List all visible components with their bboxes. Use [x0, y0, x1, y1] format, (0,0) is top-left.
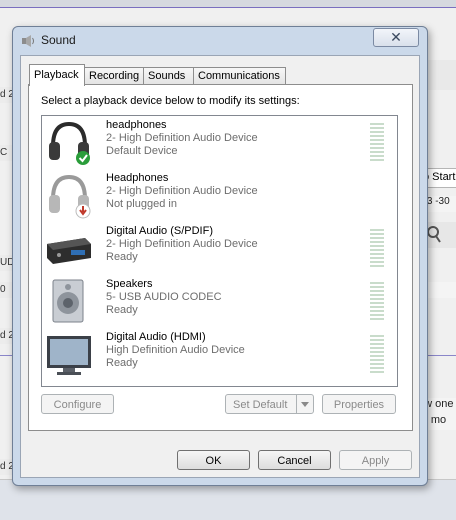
device-status: Ready	[106, 304, 138, 316]
device-item[interactable]: Digital Audio (S/PDIF) 2- High Definitio…	[42, 222, 397, 275]
check-badge	[76, 151, 90, 165]
speaker-app-icon	[22, 35, 34, 47]
device-name: Speakers	[106, 278, 153, 290]
digital-audio-receiver-icon	[47, 238, 91, 264]
device-name: Digital Audio (HDMI)	[106, 331, 206, 343]
speaker-icon	[52, 279, 84, 323]
properties-button[interactable]: Properties	[322, 394, 396, 414]
device-item[interactable]: Digital Audio (HDMI) High Definition Aud…	[42, 328, 397, 381]
cancel-button[interactable]: Cancel	[258, 450, 331, 470]
device-item[interactable]: headphones 2- High Definition Audio Devi…	[42, 116, 397, 169]
configure-button[interactable]: Configure	[41, 394, 114, 414]
device-item[interactable]: Headphones 2- High Definition Audio Devi…	[42, 169, 397, 222]
headphones-icon	[49, 174, 91, 219]
background-bottom-band	[0, 480, 456, 520]
instruction-text: Select a playback device below to modify…	[41, 95, 300, 107]
sound-dialog: Sound ✕ Playback Recording Sounds Commun…	[12, 26, 428, 486]
close-button[interactable]: ✕	[373, 28, 419, 47]
apply-button[interactable]: Apply	[339, 450, 412, 470]
level-meter	[370, 123, 384, 163]
dialog-title-bar[interactable]: Sound ✕	[13, 27, 427, 53]
device-item[interactable]: Speakers 5- USB AUDIO CODEC Ready	[42, 275, 397, 328]
device-name: headphones	[106, 119, 167, 131]
device-status: Ready	[106, 251, 138, 263]
set-default-button[interactable]: Set Default	[225, 394, 314, 414]
monitor-icon	[47, 336, 91, 375]
playback-panel: Select a playback device below to modify…	[28, 84, 413, 431]
device-description: 2- High Definition Audio Device	[106, 238, 258, 250]
chevron-down-icon[interactable]	[296, 395, 313, 413]
level-meter	[370, 229, 384, 269]
device-list[interactable]: headphones 2- High Definition Audio Devi…	[41, 115, 398, 387]
dialog-title: Sound	[41, 33, 76, 47]
device-description: High Definition Audio Device	[106, 344, 245, 356]
close-icon: ✕	[390, 29, 402, 45]
tab-recording[interactable]: Recording	[84, 67, 144, 85]
device-name: Headphones	[106, 172, 169, 184]
device-name: Digital Audio (S/PDIF)	[106, 225, 213, 237]
device-status: Not plugged in	[106, 198, 177, 210]
device-description: 2- High Definition Audio Device	[106, 132, 258, 144]
background-title-strip	[0, 0, 456, 8]
device-description: 2- High Definition Audio Device	[106, 185, 258, 197]
tab-playback[interactable]: Playback	[29, 64, 85, 86]
level-meter	[370, 335, 384, 375]
ok-button[interactable]: OK	[177, 450, 250, 470]
tab-communications[interactable]: Communications	[193, 67, 286, 85]
tab-sounds[interactable]: Sounds	[143, 67, 194, 85]
set-default-label: Set Default	[233, 399, 288, 411]
device-description: 5- USB AUDIO CODEC	[106, 291, 222, 303]
device-status: Ready	[106, 357, 138, 369]
device-status: Default Device	[106, 145, 178, 157]
headphones-icon	[49, 121, 90, 165]
level-meter	[370, 282, 384, 322]
dialog-client-area: Playback Recording Sounds Communications…	[20, 55, 420, 478]
